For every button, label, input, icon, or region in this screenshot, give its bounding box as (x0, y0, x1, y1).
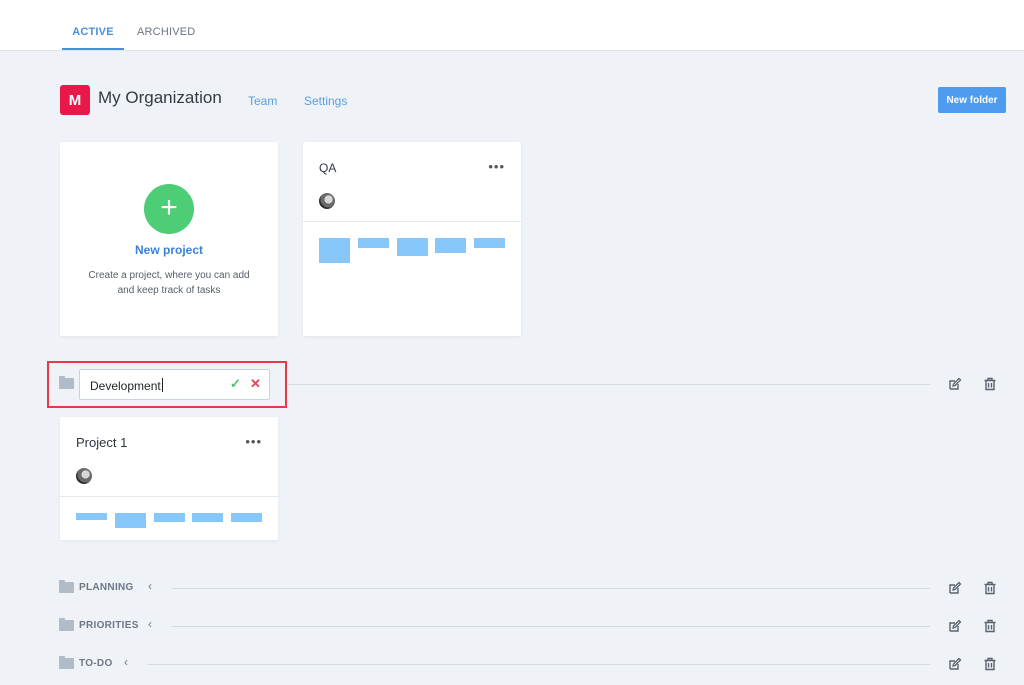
active-tab-indicator (62, 48, 124, 50)
folder-name-input[interactable]: Development ✓ ✕ (79, 369, 270, 400)
chevron-left-icon[interactable]: ‹ (148, 617, 152, 631)
top-tab-bar: ACTIVE ARCHIVED (0, 0, 1024, 51)
task-bar (319, 238, 350, 263)
folder-icon (59, 618, 74, 631)
task-bar (231, 513, 262, 522)
plus-icon[interactable]: + (144, 184, 194, 234)
task-bar (76, 513, 107, 520)
more-options-icon[interactable]: ••• (488, 159, 505, 174)
more-options-icon[interactable]: ••• (245, 434, 262, 449)
task-bar (397, 238, 428, 256)
task-bar (154, 513, 185, 522)
folder-label-planning[interactable]: PLANNING (79, 582, 134, 593)
new-project-description: Create a project, where you can add and … (88, 270, 250, 296)
project-title: QA (319, 161, 337, 175)
tab-archived[interactable]: ARCHIVED (137, 26, 195, 38)
folder-icon (59, 580, 74, 593)
text-caret (161, 378, 163, 392)
chevron-left-icon[interactable]: ‹ (148, 579, 152, 593)
trash-icon[interactable] (983, 619, 997, 633)
edit-icon[interactable] (948, 581, 962, 595)
new-folder-button[interactable]: New folder (938, 87, 1006, 113)
org-avatar: M (60, 85, 90, 115)
close-icon[interactable]: ✕ (250, 376, 261, 392)
edit-icon[interactable] (948, 657, 962, 671)
trash-icon[interactable] (983, 657, 997, 671)
project-title: Project 1 (76, 435, 128, 450)
user-avatar (76, 468, 92, 484)
task-bar (192, 513, 223, 522)
check-icon[interactable]: ✓ (230, 376, 241, 392)
tab-active[interactable]: ACTIVE (62, 26, 124, 38)
folder-label-priorities[interactable]: PRIORITIES (79, 620, 139, 631)
folder-icon (59, 656, 74, 669)
folder-divider (172, 588, 930, 589)
project-card-project-1[interactable]: Project 1 ••• (60, 417, 278, 540)
task-bar (358, 238, 389, 248)
trash-icon[interactable] (983, 581, 997, 595)
card-divider (60, 496, 278, 497)
card-divider (303, 221, 521, 222)
edit-icon[interactable] (948, 377, 962, 391)
new-project-card[interactable]: + New project Create a project, where yo… (60, 142, 278, 336)
new-project-title[interactable]: New project (60, 243, 278, 257)
edit-icon[interactable] (948, 619, 962, 633)
user-avatar (319, 193, 335, 209)
folder-divider (172, 626, 930, 627)
folder-label-to-do[interactable]: TO-DO (79, 658, 113, 669)
settings-link[interactable]: Settings (304, 94, 347, 108)
trash-icon[interactable] (983, 377, 997, 391)
task-bar (474, 238, 505, 248)
folder-name-value: Development (90, 379, 161, 393)
team-link[interactable]: Team (248, 94, 277, 108)
task-bar (115, 513, 146, 528)
folder-divider (148, 664, 930, 665)
chevron-left-icon[interactable]: ‹ (124, 655, 128, 669)
folder-divider (288, 384, 930, 385)
task-bar (435, 238, 466, 253)
org-name: My Organization (98, 88, 222, 107)
project-card-qa[interactable]: QA ••• (303, 142, 521, 336)
